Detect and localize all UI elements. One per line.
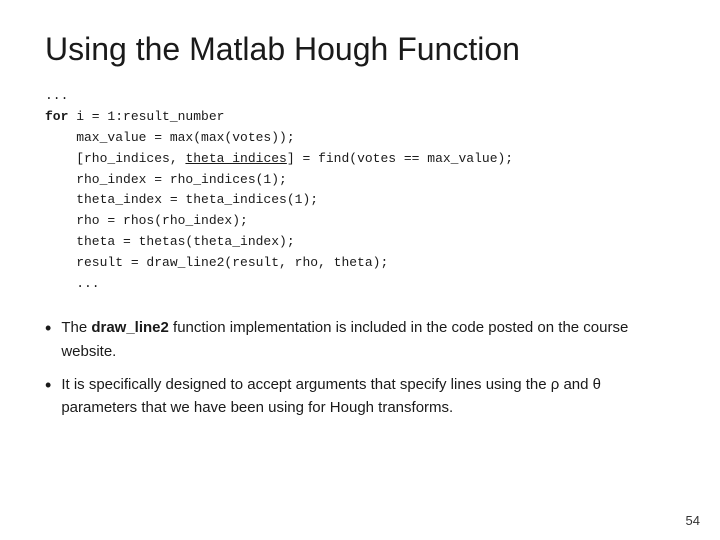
bullets-section: • The draw_line2 function implementation… bbox=[45, 316, 675, 429]
page-number: 54 bbox=[686, 513, 700, 528]
code-line-1: ... bbox=[45, 86, 675, 107]
code-line-5: rho_index = rho_indices(1); bbox=[45, 170, 675, 191]
bullet-dot-2: • bbox=[45, 373, 51, 398]
bullet-item-1: • The draw_line2 function implementation… bbox=[45, 316, 675, 363]
code-line-4: [rho_indices, theta_indices] = find(vote… bbox=[45, 149, 675, 170]
slide: Using the Matlab Hough Function ... for … bbox=[0, 0, 720, 540]
code-line-6: theta_index = theta_indices(1); bbox=[45, 190, 675, 211]
code-line-10: ... bbox=[45, 274, 675, 295]
bold-draw-line2: draw_line2 bbox=[91, 319, 169, 336]
keyword-for: for bbox=[45, 109, 68, 124]
bullet-text-1: The draw_line2 function implementation i… bbox=[61, 316, 675, 363]
code-line-3: max_value = max(max(votes)); bbox=[45, 128, 675, 149]
theta-indices-highlight: theta_indices bbox=[185, 151, 286, 166]
code-line-7: rho = rhos(rho_index); bbox=[45, 211, 675, 232]
bullet-text-2: It is specifically designed to accept ar… bbox=[61, 373, 675, 420]
bullet-item-2: • It is specifically designed to accept … bbox=[45, 373, 675, 420]
code-block: ... for i = 1:result_number max_value = … bbox=[45, 86, 675, 294]
slide-title: Using the Matlab Hough Function bbox=[45, 30, 675, 68]
code-line-9: result = draw_line2(result, rho, theta); bbox=[45, 253, 675, 274]
code-line-2: for i = 1:result_number bbox=[45, 107, 675, 128]
bullet-dot-1: • bbox=[45, 316, 51, 341]
code-line-8: theta = thetas(theta_index); bbox=[45, 232, 675, 253]
